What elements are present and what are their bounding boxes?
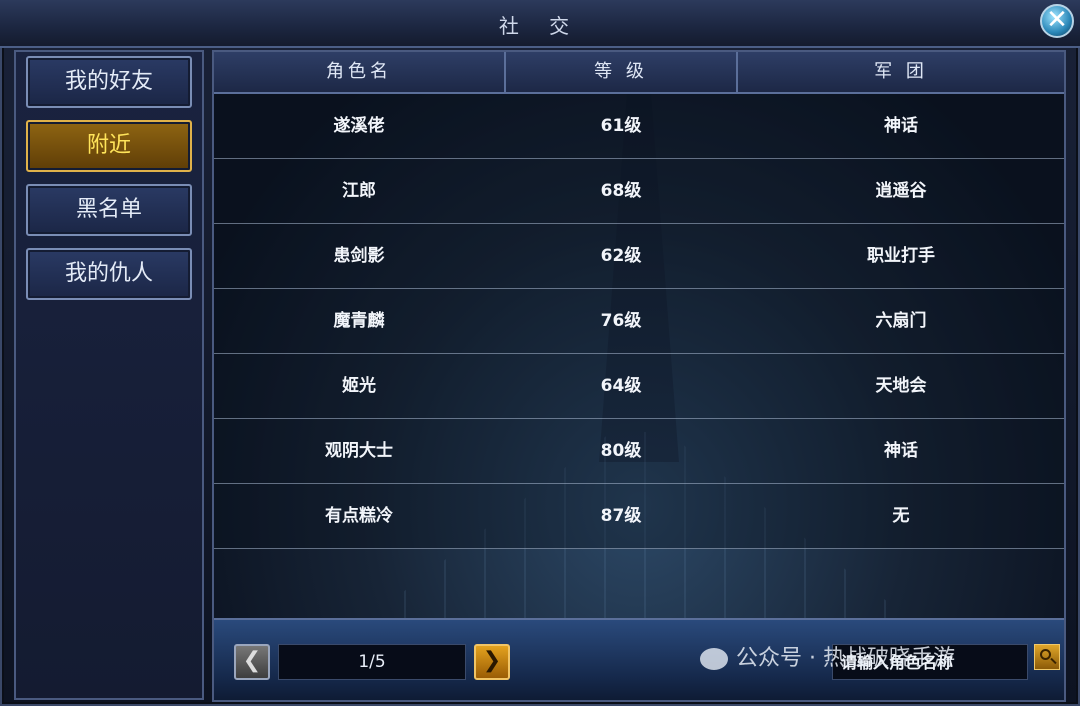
row-guild: 职业打手: [867, 246, 935, 266]
row-level: 64级: [600, 376, 642, 396]
search-button[interactable]: [1034, 644, 1060, 670]
table-row[interactable]: 魔青麟 76级 六扇门: [214, 289, 1064, 354]
chevron-right-icon: ❯: [482, 648, 502, 673]
table-row[interactable]: 观阴大士 80级 神话: [214, 419, 1064, 484]
table-header: 角色名 等 级 军 团: [214, 52, 1064, 94]
close-button[interactable]: ✕: [1040, 4, 1074, 38]
sidebar-item-enemies[interactable]: 我的仇人: [26, 248, 192, 300]
player-list-panel: 角色名 等 级 军 团 遂溪佬 61级 神话 江郎 68级 逍遥谷 患剑影 62…: [212, 50, 1066, 702]
row-name: 遂溪佬: [333, 116, 385, 136]
page-indicator: 1/5: [278, 644, 466, 680]
row-guild: 神话: [884, 441, 918, 461]
sidebar-item-nearby[interactable]: 附近: [26, 120, 192, 172]
column-header-name: 角色名: [214, 52, 506, 92]
row-name: 魔青麟: [333, 311, 385, 331]
column-header-level: 等 级: [506, 52, 738, 92]
table-row[interactable]: 有点糕冷 87级 无: [214, 484, 1064, 549]
search-icon-handle: [1050, 657, 1057, 665]
close-icon: ✕: [1046, 5, 1068, 35]
row-name: 有点糕冷: [325, 506, 393, 526]
row-guild: 无: [892, 506, 910, 526]
row-name: 患剑影: [333, 246, 385, 266]
window-title: 社 交: [498, 14, 582, 38]
column-header-guild: 军 团: [874, 61, 928, 82]
row-level: 62级: [600, 246, 642, 266]
sidebar-item-blacklist[interactable]: 黑名单: [26, 184, 192, 236]
row-guild: 逍遥谷: [875, 181, 927, 201]
social-window: 社 交 ✕ 我的好友 附近 黑名单 我的仇人 角色名 等 级 军 团 遂溪佬 6…: [0, 0, 1080, 706]
chevron-left-icon: ❮: [242, 648, 262, 673]
row-guild: 天地会: [875, 376, 927, 396]
row-level: 61级: [600, 116, 642, 136]
next-page-button[interactable]: ❯: [474, 644, 510, 680]
row-guild: 六扇门: [875, 311, 927, 331]
row-name: 观阴大士: [325, 441, 393, 461]
row-name: 江郎: [342, 181, 376, 201]
watermark: 公众号 · 热战破晓手游: [700, 640, 955, 672]
wechat-icon: [700, 648, 728, 670]
table-row[interactable]: 患剑影 62级 职业打手: [214, 224, 1064, 289]
title-bar: 社 交 ✕: [0, 0, 1080, 48]
table-row[interactable]: 江郎 68级 逍遥谷: [214, 159, 1064, 224]
row-level: 87级: [600, 506, 642, 526]
row-level: 76级: [600, 311, 642, 331]
prev-page-button[interactable]: ❮: [234, 644, 270, 680]
row-level: 80级: [600, 441, 642, 461]
row-level: 68级: [600, 181, 642, 201]
table-row[interactable]: 姬光 64级 天地会: [214, 354, 1064, 419]
table-row[interactable]: 遂溪佬 61级 神话: [214, 94, 1064, 159]
row-guild: 神话: [884, 116, 918, 136]
row-name: 姬光: [342, 376, 376, 396]
sidebar-item-friends[interactable]: 我的好友: [26, 56, 192, 108]
watermark-text: 公众号 · 热战破晓手游: [736, 646, 955, 671]
sidebar: 我的好友 附近 黑名单 我的仇人: [14, 50, 204, 700]
